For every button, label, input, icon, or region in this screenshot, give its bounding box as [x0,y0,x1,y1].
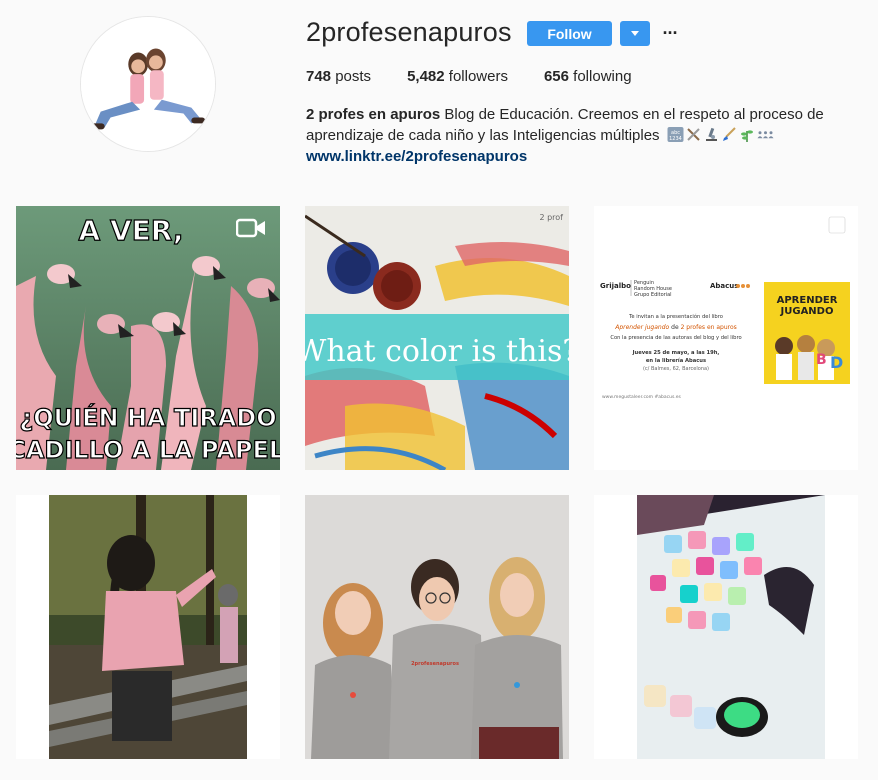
followers-stat[interactable]: 5,482 followers [407,68,508,85]
publisher-abacus: Abacus [710,282,738,290]
bio-link[interactable]: www.linktr.ee/2profesenapuros [306,146,846,167]
post-tile[interactable] [16,495,280,759]
carousel-icon [825,216,846,238]
post-image-paint: What color is this? 2 prof [305,206,569,470]
bio-name: 2 profes en apuros [306,106,441,123]
post-image-flamingos: A VER, ¿QUIÉN HA TIRADO OCADILLO A LA PA… [16,206,280,470]
chevron-down-icon [631,31,639,36]
flyer-book-line: Aprender jugando de 2 profes en apuros [614,324,737,331]
microscope-icon [703,126,720,143]
meme-caption-bottom-2: OCADILLO A LA PAPEL [16,436,280,464]
flyer-date: Jueves 25 de mayo, a las 19h, [632,350,720,356]
followers-count: 5,482 [407,68,445,85]
profile-bio: 2 profes en apuros Blog de Educación. Cr… [306,104,846,167]
paintbrush-icon [721,126,738,143]
book-cover-title-1: APRENDER [777,295,838,306]
more-options-button[interactable]: ··· [660,22,680,44]
following-stat[interactable]: 656 following [544,68,632,85]
follow-button[interactable]: Follow [527,21,612,46]
profile-stats: 748 posts 5,482 followers 656 following [306,68,668,85]
abc-1234-icon: abc 1234 [667,126,684,143]
post-image-child-forest [16,495,280,759]
people-icon [757,126,774,143]
herb-icon [739,126,756,143]
svg-text:B: B [816,352,827,368]
post-tile[interactable]: Grijalbo Penguin Random House Grupo Edit… [594,206,858,470]
svg-text:D: D [830,353,843,372]
bio-text-line2: aprendizaje de cada niño y las Inteligen… [306,127,660,144]
bio-text-line1: Blog de Educación. Creemos en el respeto… [444,106,824,123]
avatar-photo [81,17,215,151]
post-image-flyer: Grijalbo Penguin Random House Grupo Edit… [594,206,858,470]
shirt-logo: 2profesenapuros [411,661,459,667]
flyer-venue: en la librería Abacus [646,357,706,364]
posts-grid: A VER, ¿QUIÉN HA TIRADO OCADILLO A LA PA… [16,206,858,759]
flyer-footer: www.megustaleer.com #abacus.es [602,394,681,400]
video-camera-icon [236,218,265,238]
post-tile[interactable]: A VER, ¿QUIÉN HA TIRADO OCADILLO A LA PA… [16,206,280,470]
crossed-tools-icon [685,126,702,143]
posts-stat: 748 posts [306,68,371,85]
post-image-authors: 2profesenapuros [305,495,569,759]
book-cover-title-2: JUGANDO [780,306,834,317]
posts-count: 748 [306,68,332,85]
followers-label: followers [448,68,508,85]
publisher-grupo-editorial: Grupo Editorial [634,292,672,298]
publisher-grijalbo: Grijalbo [600,282,631,290]
overlay-text: What color is this? [305,334,569,369]
post-tile[interactable]: 2profesenapuros [305,495,569,759]
flyer-invite: Te invitan a la presentación del libro [628,313,723,320]
meme-caption-top: A VER, [79,214,184,247]
bio-emoji-row: abc 1234 [667,126,774,143]
meme-caption-bottom-1: ¿QUIÉN HA TIRADO [19,403,276,432]
following-label: following [573,68,632,85]
profile-username: 2profesenapuros [306,17,512,47]
profile-avatar[interactable] [80,16,216,152]
follow-dropdown-button[interactable] [620,21,650,46]
posts-label: posts [335,68,372,85]
flyer-presence: Con la presencia de las autoras del blog… [610,335,741,341]
post-tile[interactable] [594,495,858,759]
flyer-address: (c/ Balmes, 62, Barcelona) [643,366,709,372]
following-count: 656 [543,68,569,85]
svg-text:1234: 1234 [669,136,682,142]
corner-watermark: 2 prof [539,213,563,222]
post-tile[interactable]: What color is this? 2 prof [305,206,569,470]
post-image-light-table [594,495,858,759]
